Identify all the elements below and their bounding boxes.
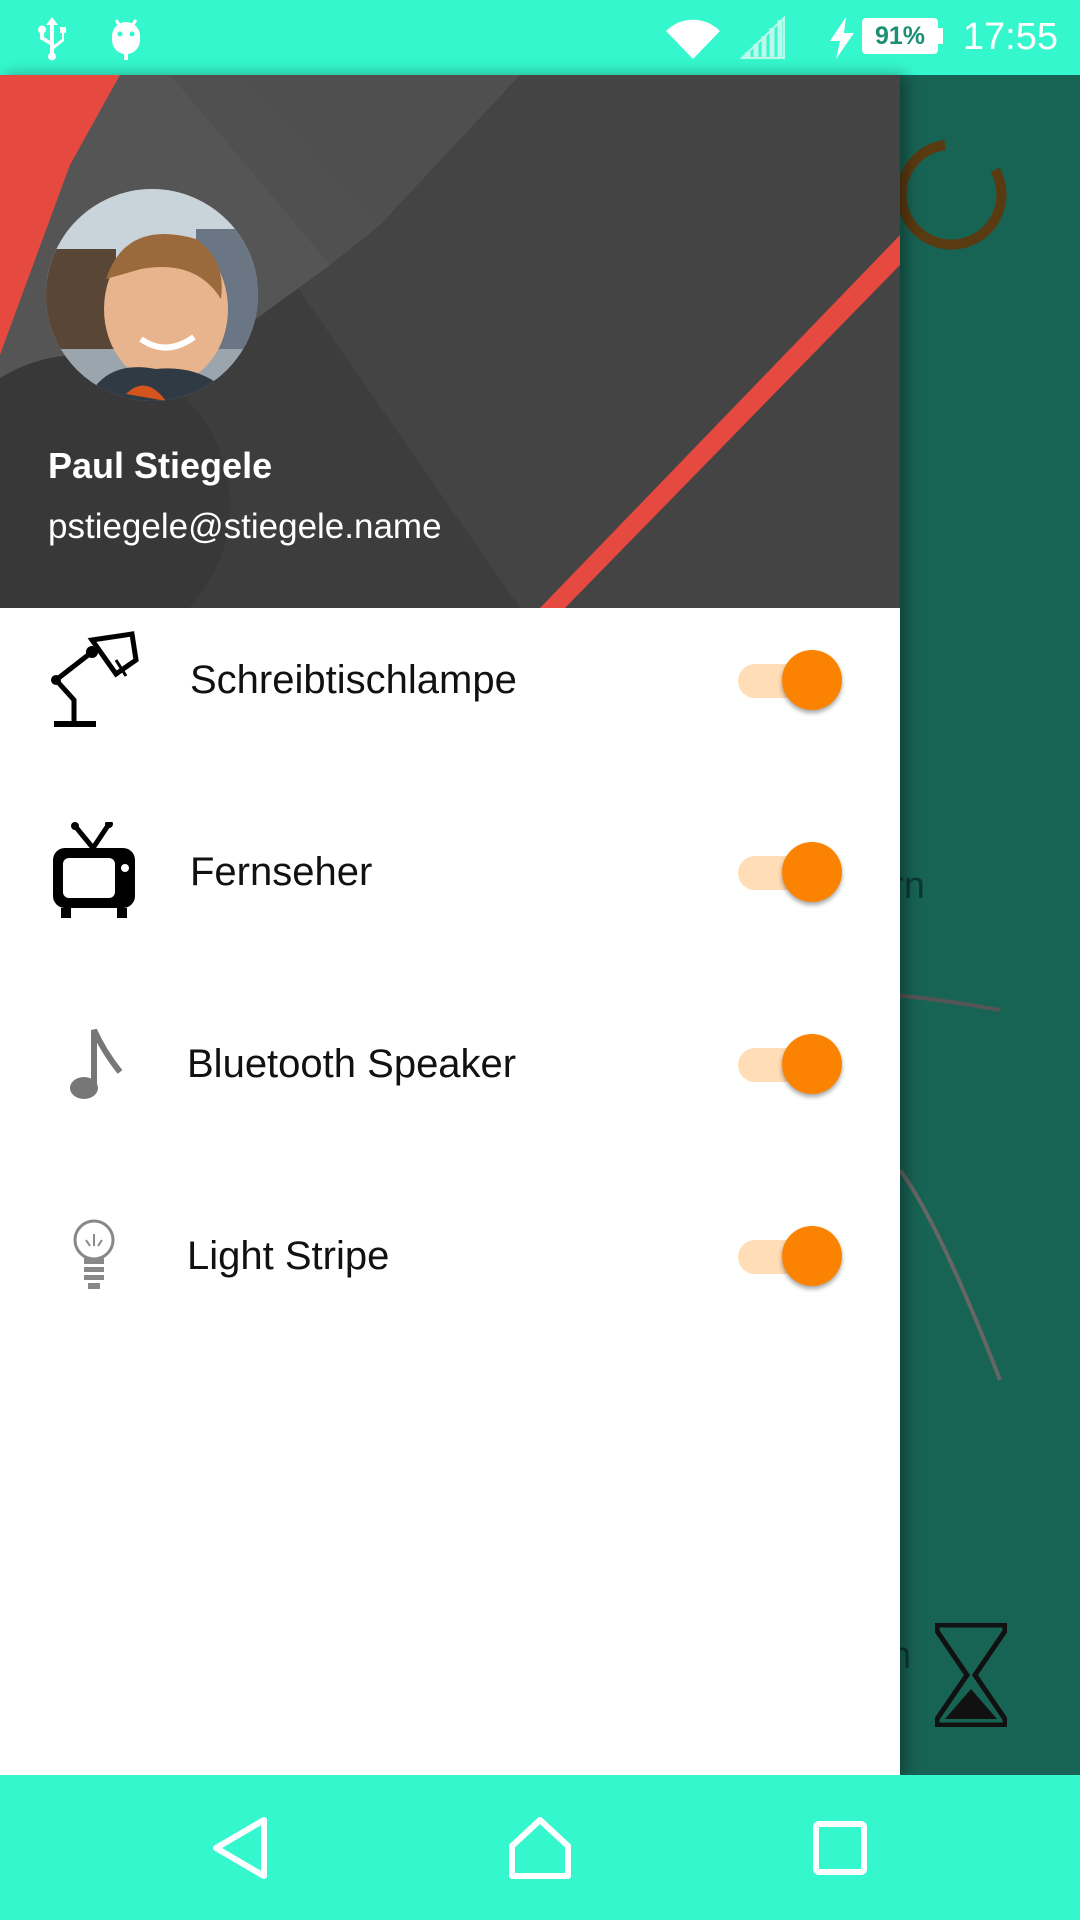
back-icon[interactable] — [180, 1775, 300, 1920]
toggle-thumb — [782, 842, 842, 902]
device-label: Schreibtischlampe — [190, 658, 517, 702]
avatar[interactable] — [46, 189, 258, 401]
light-bulb-icon — [44, 1206, 144, 1306]
status-time: 17:55 — [962, 16, 1058, 58]
loading-spinner-icon — [896, 140, 1007, 250]
toggle-thumb — [782, 1226, 842, 1286]
android-debug-icon — [106, 0, 146, 75]
device-list: Schreibtischlampe Fernseher Bluetooth Sp… — [0, 608, 900, 1376]
device-label: Bluetooth Speaker — [187, 1042, 517, 1086]
tv-icon — [44, 822, 144, 922]
device-row-schreibtischlampe[interactable]: Schreibtischlampe — [0, 608, 900, 800]
device-row-light-stripe[interactable]: Light Stripe — [0, 1184, 900, 1376]
usb-icon — [34, 0, 70, 75]
recents-icon[interactable] — [780, 1775, 900, 1920]
device-toggle-fernseher[interactable] — [738, 840, 844, 904]
navigation-drawer: Paul Stiegele pstiegele@stiegele.name Sc… — [0, 75, 900, 1775]
background-chart-lines — [895, 993, 1002, 1381]
device-toggle-schreibtischlampe[interactable] — [738, 648, 844, 712]
wifi-icon — [664, 0, 722, 75]
toggle-thumb — [782, 650, 842, 710]
user-email: pstiegele@stiegele.name — [48, 507, 442, 546]
charging-icon — [828, 0, 856, 75]
status-bar: 91% 17:55 — [0, 0, 1080, 75]
drawer-header: Paul Stiegele pstiegele@stiegele.name — [0, 75, 900, 608]
device-row-bluetooth-speaker[interactable]: Bluetooth Speaker — [0, 992, 900, 1184]
battery-nub — [938, 28, 943, 44]
hourglass-icon — [935, 1623, 1007, 1727]
device-row-fernseher[interactable]: Fernseher — [0, 800, 900, 992]
navigation-bar — [0, 1775, 1080, 1920]
home-icon[interactable] — [480, 1775, 600, 1920]
device-label: Fernseher — [190, 850, 373, 894]
signal-icon — [740, 0, 786, 75]
music-note-icon — [44, 1014, 144, 1114]
user-name: Paul Stiegele — [48, 445, 273, 486]
device-toggle-light-stripe[interactable] — [738, 1224, 844, 1288]
toggle-thumb — [782, 1034, 842, 1094]
device-toggle-bluetooth-speaker[interactable] — [738, 1032, 844, 1096]
desk-lamp-icon — [44, 630, 144, 730]
battery-icon: 91% — [862, 18, 938, 54]
device-label: Light Stripe — [187, 1234, 390, 1278]
